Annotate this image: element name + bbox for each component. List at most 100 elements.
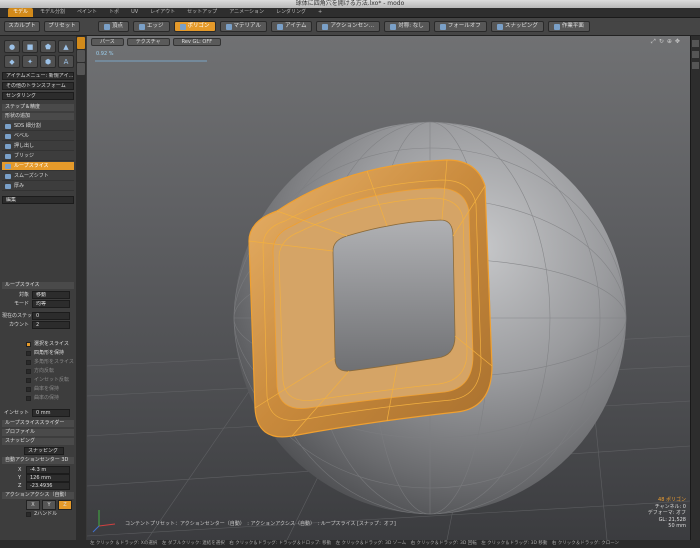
tool-2[interactable]: 押し出し: [2, 142, 74, 151]
primitive-icon[interactable]: ●: [4, 40, 20, 53]
tool-5[interactable]: スムーズシフト: [2, 172, 74, 181]
check-option-2[interactable]: 多角形をスライス: [2, 358, 74, 366]
rotate-icon[interactable]: ↻: [659, 38, 664, 46]
tab-0[interactable]: モデル: [8, 8, 34, 17]
loop-slice-header[interactable]: ループスライス: [2, 282, 74, 289]
check-option-5[interactable]: 曲率を保持: [2, 385, 74, 393]
axis-button-x[interactable]: X: [26, 500, 40, 510]
side-tab[interactable]: [77, 50, 85, 62]
side-tab[interactable]: [77, 63, 85, 75]
checkbox[interactable]: [26, 341, 31, 347]
tool-icon: [5, 184, 11, 189]
tab-5[interactable]: レイアウト: [145, 8, 180, 17]
tab-7[interactable]: アニメーション: [224, 8, 269, 17]
check-option-0[interactable]: 選択をスライス: [2, 340, 74, 348]
primitive-icon[interactable]: A: [58, 55, 74, 68]
viewport-canvas[interactable]: [87, 36, 690, 540]
mode-field-value[interactable]: 均等: [32, 300, 70, 308]
check-label: 多角形をスライス: [34, 359, 74, 365]
profile-section-header[interactable]: プロファイル: [2, 429, 74, 436]
check-label: 選択をスライス: [34, 341, 69, 347]
step-field-value[interactable]: 0: [32, 312, 70, 320]
toolbar-button-4[interactable]: アイテム: [271, 21, 313, 32]
checkbox[interactable]: [26, 377, 31, 383]
action-center-header[interactable]: 自動アクションセンター 3D: [2, 457, 74, 464]
toolbar-button-9[interactable]: 作業平面: [547, 21, 590, 32]
slider-section-header[interactable]: ループスライススライダー: [2, 420, 74, 427]
count-field-value[interactable]: 2: [32, 321, 70, 329]
check-option-4[interactable]: インセット反転: [2, 376, 74, 384]
primitive-icon[interactable]: ▲: [58, 40, 74, 53]
checkbox[interactable]: [26, 359, 31, 365]
target-field-value[interactable]: 移動: [32, 291, 70, 299]
primitive-icon[interactable]: ✦: [22, 55, 38, 68]
toolbar-left-button[interactable]: スカルプト: [4, 21, 40, 32]
axis-button-z[interactable]: Z: [58, 500, 72, 510]
viewport-tab-1[interactable]: テクスチャ: [126, 38, 170, 46]
primitive-icon[interactable]: ◆: [4, 55, 20, 68]
inset-field-value[interactable]: 0 mm: [32, 409, 70, 417]
checkbox[interactable]: [26, 395, 31, 401]
axis-button-y[interactable]: Y: [42, 500, 56, 510]
item-menu-dropdown[interactable]: アイテムメニュー: 新規アイ…: [2, 72, 74, 80]
tab-6[interactable]: セットアップ: [182, 8, 222, 17]
toolbar-left-button[interactable]: プリセット: [44, 21, 80, 32]
strip-button[interactable]: [692, 62, 699, 69]
checkbox[interactable]: [26, 350, 31, 356]
primitive-icon[interactable]: ⬟: [40, 40, 56, 53]
tool-6[interactable]: 厚み: [2, 182, 74, 191]
snapping-field[interactable]: スナッピング: [24, 447, 64, 455]
handles-label: 2ハンドル: [34, 511, 58, 517]
viewport-tab-0[interactable]: パース: [91, 38, 124, 46]
right-strip: [690, 36, 700, 540]
primitive-icon[interactable]: ⬢: [40, 55, 56, 68]
hole-back-opening: [332, 219, 456, 372]
zoom-icon[interactable]: ⊕: [667, 38, 672, 46]
coord-value[interactable]: 126 mm: [26, 474, 70, 482]
centering-dropdown[interactable]: センタリング: [2, 92, 74, 100]
check-option-3[interactable]: 方向反転: [2, 367, 74, 375]
tab-3[interactable]: トポ: [104, 8, 124, 17]
edit-dropdown[interactable]: 編集: [2, 196, 74, 204]
toolbar-button-5[interactable]: アクションセン…: [316, 21, 381, 32]
tab-8[interactable]: レンダリング: [271, 8, 311, 17]
checkbox[interactable]: [26, 511, 31, 517]
check-option-6[interactable]: 曲率の保持: [2, 394, 74, 402]
tab-4[interactable]: UV: [126, 8, 143, 17]
coord-value[interactable]: -23.4936: [26, 482, 70, 490]
transform-dropdown[interactable]: その他のトランスフォーム: [2, 82, 74, 90]
side-tab[interactable]: [77, 37, 85, 49]
snap-section-header[interactable]: スナッピング: [2, 438, 74, 445]
tool-4[interactable]: ループスライス: [2, 162, 74, 171]
action-axis-header[interactable]: アクションアクシス（自動）: [2, 492, 74, 499]
tool-1[interactable]: ベベル: [2, 132, 74, 141]
strip-button[interactable]: [692, 51, 699, 58]
axis-buttons: XYZ: [2, 500, 74, 510]
tool-3[interactable]: ブリッジ: [2, 152, 74, 161]
tool-0[interactable]: SDS 細分割: [2, 122, 74, 131]
tab-9[interactable]: +: [313, 8, 327, 17]
toolbar-button-2[interactable]: ポリゴン: [173, 21, 216, 32]
checkbox[interactable]: [26, 386, 31, 392]
checkbox[interactable]: [26, 368, 31, 374]
fit-icon[interactable]: ⤢: [651, 38, 656, 46]
shape-section-header[interactable]: 形状の追加: [2, 113, 74, 120]
viewport-tab-2[interactable]: Rev GL: OFF: [172, 38, 222, 46]
toolbar-button-1[interactable]: エッジ: [133, 21, 170, 32]
check-option-1[interactable]: 四角形を保持: [2, 349, 74, 357]
pan-icon[interactable]: ✥: [675, 38, 680, 46]
3d-viewport[interactable]: [87, 36, 690, 540]
primitive-icon[interactable]: ■: [22, 40, 38, 53]
strip-button[interactable]: [692, 40, 699, 47]
toolbar-button-6[interactable]: 対称: なし: [384, 21, 430, 32]
tab-1[interactable]: モデル分割: [35, 8, 70, 17]
toolbar-button-0[interactable]: 頂点: [98, 21, 130, 32]
toolbar-button-8[interactable]: スナッピング: [490, 21, 544, 32]
two-handles-option[interactable]: 2ハンドル: [2, 510, 74, 518]
tab-2[interactable]: ペイント: [72, 8, 102, 17]
inset-field: インセット 0 mm: [2, 409, 74, 417]
toolbar-button-3[interactable]: マテリアル: [219, 21, 267, 32]
toolbar-button-7[interactable]: フォールオフ: [433, 21, 487, 32]
coord-value[interactable]: -4.3 m: [26, 466, 70, 474]
step-section-header[interactable]: ステップ＆精度: [2, 104, 74, 111]
